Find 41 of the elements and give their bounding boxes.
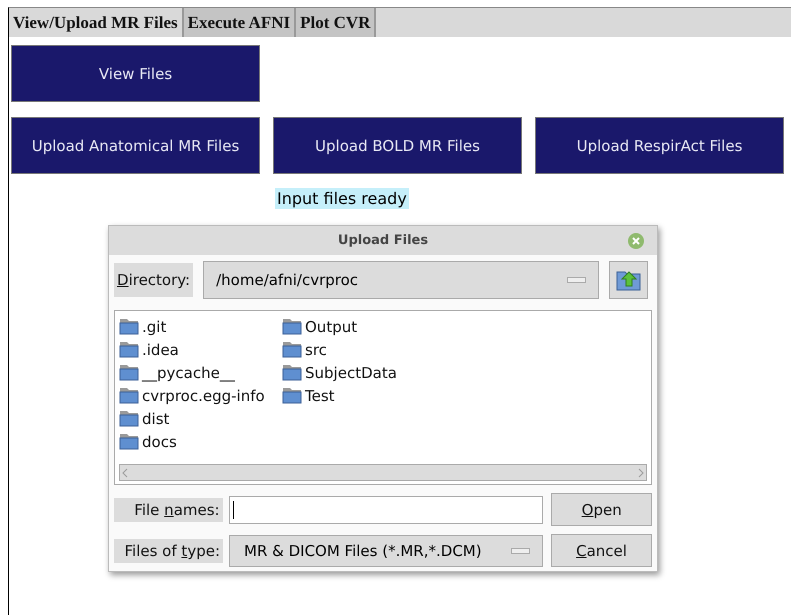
folder-icon [282,387,302,404]
scroll-left-icon[interactable] [120,466,130,480]
folder-icon [282,341,302,358]
folder-name[interactable]: .idea [142,340,179,358]
folder-icon [119,387,139,404]
file-type-dropdown[interactable]: MR & DICOM Files (*.MR,*.DCM) [229,534,543,566]
folder-icon [119,410,139,427]
folder-name[interactable]: dist [142,410,170,428]
tab[interactable]: Plot CVR [296,8,376,37]
folder-icon [119,341,139,358]
folder-icon [282,364,302,381]
folder-name[interactable]: .git [142,318,166,336]
folder-icon [119,433,139,450]
directory-label: Directory: [114,263,194,297]
folder-name[interactable]: src [305,340,327,358]
folder-name[interactable]: __pycache__ [142,364,235,382]
folder-icon [119,318,139,335]
folder-name[interactable]: docs [142,432,177,450]
close-icon[interactable] [628,233,644,249]
open-button[interactable]: Open [551,493,652,526]
view-files-button[interactable]: View Files [11,45,260,102]
upload-button[interactable]: Upload RespirAct Files [535,117,784,174]
parent-folder-button[interactable] [609,261,648,299]
upload-button[interactable]: Upload BOLD MR Files [273,117,522,174]
directory-dropdown[interactable]: /home/afni/cvrproc [203,261,600,299]
cancel-button[interactable]: Cancel [551,534,652,567]
file-type-label: Files of type: [114,538,223,562]
file-names-label: File names: [114,498,223,522]
status-label: Input files ready [275,188,409,209]
folder-name[interactable]: Test [305,386,335,404]
file-names-field[interactable] [228,496,544,524]
dialog-title: Upload Files [338,233,428,248]
folder-icon [282,318,302,335]
folder-name[interactable]: cvrproc.egg-info [142,386,265,404]
upload-button[interactable]: Upload Anatomical MR Files [11,117,260,174]
scroll-right-icon[interactable] [636,466,646,480]
folder-icon [119,364,139,381]
tab[interactable]: Execute AFNI [184,8,296,37]
folder-name[interactable]: Output [305,318,358,336]
horizontal-scrollbar[interactable] [119,464,647,481]
folder-name[interactable]: SubjectData [305,364,397,382]
